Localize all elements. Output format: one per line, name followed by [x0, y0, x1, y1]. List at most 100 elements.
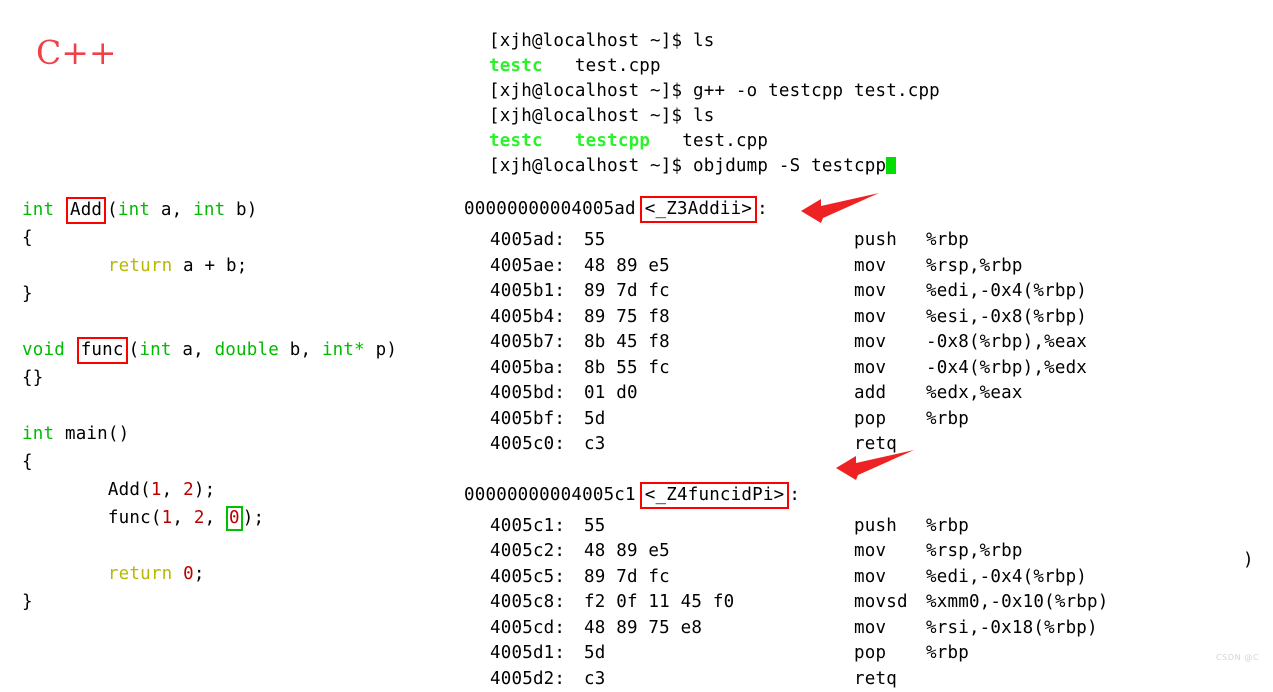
instruction-operands: -0x4(%rbp),%edx [926, 356, 1087, 382]
instruction-bytes: 55 [584, 514, 854, 540]
instruction-address: 4005d2: [464, 667, 584, 692]
terminal-command: ls [693, 31, 714, 51]
instruction-mnemonic: mov [854, 356, 926, 382]
instruction-address: 4005c5: [464, 565, 584, 591]
code-token: 2 [194, 508, 205, 528]
disassembly-row: 4005bd:01 d0add%edx,%eax [464, 381, 1109, 407]
disassembly-row: 4005b7:8b 45 f8mov-0x8(%rbp),%eax [464, 330, 1109, 356]
disassembly-row: 4005c5:89 7d fcmov%edi,-0x4(%rbp) [464, 565, 1109, 591]
terminal-line: testc testcpp test.cpp [489, 129, 940, 154]
source-line [22, 532, 397, 560]
terminal-executable-name: testc [489, 131, 543, 151]
instruction-bytes: 8b 45 f8 [584, 330, 854, 356]
instruction-operands: -0x8(%rbp),%eax [926, 330, 1087, 356]
instruction-operands: %edi,-0x4(%rbp) [926, 565, 1087, 591]
terminal-line: testc test.cpp [489, 54, 940, 79]
code-token [172, 564, 183, 584]
instruction-address: 4005d1: [464, 641, 584, 667]
instruction-mnemonic: mov [854, 565, 926, 591]
code-token: {} [22, 368, 43, 388]
code-token: } [22, 284, 33, 304]
instruction-bytes: c3 [584, 667, 854, 692]
arrow-to-z4funcidpi [834, 449, 916, 483]
objdump-disassembly-pane: 00000000004005ad<_Z3Addii>:4005ad:55push… [464, 197, 1109, 692]
instruction-mnemonic: mov [854, 254, 926, 280]
instruction-bytes: 48 89 75 e8 [584, 616, 854, 642]
disassembly-row: 4005c0:c3retq [464, 432, 1109, 458]
instruction-bytes: 8b 55 fc [584, 356, 854, 382]
highlighted-literal: 0 [226, 506, 243, 531]
instruction-mnemonic: retq [854, 667, 926, 692]
code-token: [xjh@localhost ~]$ [489, 106, 693, 126]
code-token: 0 [183, 564, 194, 584]
disassembly-row: 4005ba:8b 55 fcmov-0x4(%rbp),%edx [464, 356, 1109, 382]
instruction-bytes: 89 75 f8 [584, 305, 854, 331]
instruction-mnemonic: mov [854, 305, 926, 331]
instruction-mnemonic: pop [854, 407, 926, 433]
disassembly-row: 4005c2:48 89 e5mov%rsp,%rbp [464, 539, 1109, 565]
disassembly-row: 4005d1:5dpop%rbp [464, 641, 1109, 667]
instruction-operands: %edx,%eax [926, 381, 1023, 407]
terminal-executable-name: testcpp [575, 131, 650, 151]
mangled-symbol-name: <_Z3Addii> [640, 196, 757, 223]
code-token: return [108, 256, 172, 276]
terminal-executable-name: testc [489, 56, 543, 76]
terminal-clipped-row: [xjh@localhost ~]$ objdump -S testcpp [489, 170, 1009, 179]
instruction-address: 4005ae: [464, 254, 584, 280]
instruction-mnemonic: mov [854, 279, 926, 305]
instruction-bytes: 48 89 e5 [584, 254, 854, 280]
instruction-mnemonic: mov [854, 539, 926, 565]
instruction-bytes: 55 [584, 228, 854, 254]
instruction-operands: %rbp [926, 407, 969, 433]
code-token: { [22, 452, 33, 472]
disassembly-row: 4005c8:f2 0f 11 45 f0movsd%xmm0,-0x10(%r… [464, 590, 1109, 616]
code-token: , [205, 508, 226, 528]
source-line: } [22, 280, 397, 308]
header-colon: : [757, 199, 768, 219]
code-token: int [22, 424, 54, 444]
instruction-address: 4005cd: [464, 616, 584, 642]
code-token: ( [107, 200, 118, 220]
function-start-address: 00000000004005c1 [464, 485, 636, 505]
code-token: int [139, 340, 171, 360]
highlighted-function-name: func [77, 337, 128, 364]
instruction-address: 4005ba: [464, 356, 584, 382]
code-token: func( [22, 508, 162, 528]
instruction-operands: %rbp [926, 641, 969, 667]
instruction-bytes: 5d [584, 641, 854, 667]
code-token: return [108, 564, 172, 584]
instruction-mnemonic: add [854, 381, 926, 407]
disassembly-row: 4005b4:89 75 f8mov%esi,-0x8(%rbp) [464, 305, 1109, 331]
disassembly-row: 4005ae:48 89 e5mov%rsp,%rbp [464, 254, 1109, 280]
instruction-address: 4005bd: [464, 381, 584, 407]
instruction-address: 4005b1: [464, 279, 584, 305]
source-line: void func(int a, double b, int* p) [22, 336, 397, 364]
code-token: ); [243, 508, 264, 528]
code-token: [xjh@localhost ~]$ [489, 31, 693, 51]
instruction-address: 4005b7: [464, 330, 584, 356]
code-token: ); [194, 480, 215, 500]
source-line: return a + b; [22, 252, 397, 280]
highlighted-function-name: Add [66, 197, 106, 224]
instruction-operands: %edi,-0x4(%rbp) [926, 279, 1087, 305]
code-token: int* [322, 340, 365, 360]
instruction-operands: %rsp,%rbp [926, 539, 1023, 565]
disassembly-row: 4005d2:c3retq [464, 667, 1109, 692]
code-token: void [22, 340, 76, 360]
instruction-bytes: 89 7d fc [584, 565, 854, 591]
page-title: C++ [36, 36, 117, 70]
stray-paren-artifact: ) [1243, 550, 1254, 570]
terminal-line: [xjh@localhost ~]$ ls [489, 29, 940, 54]
watermark: CSDN @C [1216, 653, 1259, 662]
code-token: } [22, 592, 33, 612]
instruction-bytes: f2 0f 11 45 f0 [584, 590, 854, 616]
code-token: a + b; [172, 256, 247, 276]
objdump-block-spacer [464, 458, 1109, 483]
terminal-line: [xjh@localhost ~]$ ls [489, 104, 940, 129]
instruction-bytes: 48 89 e5 [584, 539, 854, 565]
code-token: test.cpp [543, 56, 661, 76]
instruction-mnemonic: pop [854, 641, 926, 667]
code-token: main() [54, 424, 129, 444]
code-token: double [215, 340, 279, 360]
arrow-to-z3addii [799, 192, 881, 226]
